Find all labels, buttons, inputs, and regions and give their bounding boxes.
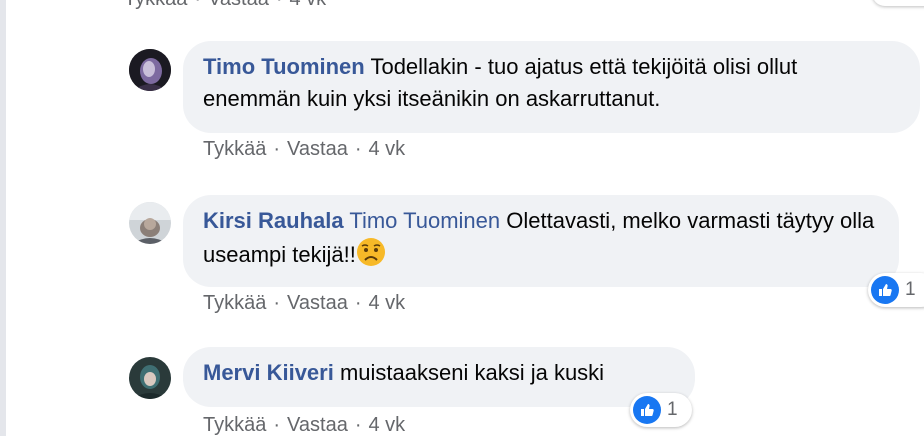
comment-author[interactable]: Timo Tuominen <box>203 54 365 79</box>
left-divider <box>0 0 6 436</box>
like-link[interactable]: Tykkää <box>203 414 266 436</box>
worried-face-icon <box>356 237 386 267</box>
reaction-badge[interactable]: 1 <box>868 273 924 307</box>
reply-link[interactable]: Vastaa <box>287 292 348 314</box>
profile-photo-icon <box>129 357 171 399</box>
avatar[interactable] <box>129 49 171 91</box>
timestamp[interactable]: 4 vk <box>368 414 405 436</box>
reply-link[interactable]: Vastaa <box>287 138 348 160</box>
comment-text: muistaakseni kaksi ja kuski <box>339 360 605 385</box>
profile-photo-icon <box>129 202 171 244</box>
comment-bubble: Mervi Kiiveri muistaakseni kaksi ja kusk… <box>183 347 695 407</box>
reaction-count: 1 <box>905 279 916 300</box>
comment-actions: Tykkää · Vastaa · 4 vk <box>203 292 406 314</box>
mention-link[interactable]: Timo Tuominen <box>349 208 500 233</box>
avatar[interactable] <box>129 202 171 244</box>
like-reaction-icon <box>871 276 899 304</box>
previous-comment-actions: Tykkää·Vastaa·4 vk <box>124 0 326 11</box>
comment-author[interactable]: Mervi Kiiveri <box>203 360 334 385</box>
reply-link[interactable]: Vastaa <box>287 414 348 436</box>
reaction-count: 1 <box>667 399 678 420</box>
comment-actions: Tykkää · Vastaa · 4 vk <box>203 414 406 436</box>
profile-photo-icon <box>129 49 171 91</box>
like-link[interactable]: Tykkää <box>124 0 187 10</box>
comment-bubble: Timo Tuominen Todellakin - tuo ajatus et… <box>183 41 920 133</box>
reply-link[interactable]: Vastaa <box>208 0 269 10</box>
comment-actions: Tykkää · Vastaa · 4 vk <box>203 138 406 160</box>
avatar[interactable] <box>129 357 171 399</box>
like-reaction-icon <box>633 396 661 424</box>
reaction-badge[interactable]: 1 <box>630 393 692 427</box>
previous-reaction-badge[interactable] <box>872 0 924 6</box>
timestamp[interactable]: 4 vk <box>289 0 326 10</box>
like-link[interactable]: Tykkää <box>203 292 266 314</box>
comment-bubble: Kirsi Rauhala Timo Tuominen Olettavasti,… <box>183 195 899 287</box>
like-link[interactable]: Tykkää <box>203 138 266 160</box>
comment-author[interactable]: Kirsi Rauhala <box>203 208 344 233</box>
timestamp[interactable]: 4 vk <box>368 292 405 314</box>
timestamp[interactable]: 4 vk <box>368 138 405 160</box>
